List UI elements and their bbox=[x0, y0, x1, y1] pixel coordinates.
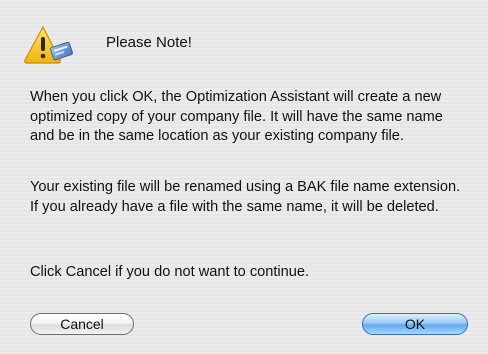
dialog-title: Please Note! bbox=[106, 34, 192, 51]
message-paragraph-1: When you click OK, the Optimization Assi… bbox=[30, 89, 443, 144]
warning-icon bbox=[22, 24, 74, 70]
message-paragraph-2: Your existing file will be renamed using… bbox=[30, 179, 461, 215]
cancel-button[interactable]: Cancel bbox=[30, 313, 134, 335]
alert-dialog: Please Note! When you click OK, the Opti… bbox=[0, 0, 488, 354]
message-paragraph-3: Click Cancel if you do not want to conti… bbox=[30, 264, 310, 280]
ok-button[interactable]: OK bbox=[362, 313, 468, 335]
